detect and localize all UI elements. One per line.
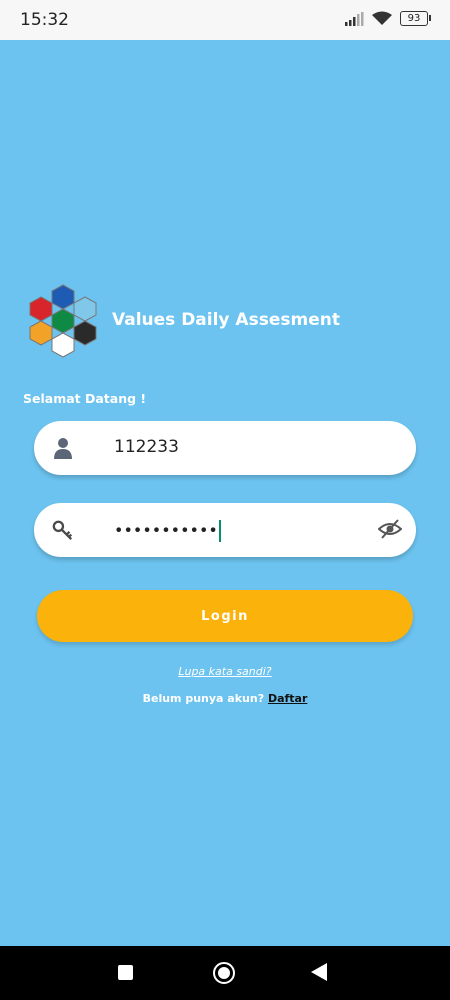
home-icon[interactable] — [213, 962, 235, 984]
key-icon — [52, 520, 73, 540]
signal-icon — [345, 11, 364, 26]
password-value: ••••••••••• — [114, 520, 221, 542]
signup-row: Belum punya akun? Daftar — [0, 692, 450, 705]
signup-link[interactable]: Daftar — [268, 692, 307, 705]
app-logo — [29, 284, 97, 358]
eye-off-icon[interactable] — [378, 518, 402, 540]
wifi-icon — [372, 11, 392, 25]
status-icons: 93 — [344, 11, 431, 26]
status-time: 15:32 — [20, 10, 69, 30]
welcome-text: Selamat Datang ! — [23, 391, 147, 406]
login-button[interactable]: Login — [37, 590, 413, 642]
status-bar: 15:32 93 — [0, 0, 450, 40]
password-field[interactable]: ••••••••••• — [34, 503, 416, 557]
text-caret — [218, 520, 221, 542]
username-field[interactable]: 112233 — [34, 421, 416, 475]
recent-apps-icon[interactable] — [118, 965, 133, 980]
back-icon[interactable] — [311, 963, 327, 981]
system-nav-bar — [0, 946, 450, 1000]
signup-prompt: Belum punya akun? — [142, 692, 265, 705]
username-value: 112233 — [114, 437, 179, 457]
user-icon — [54, 438, 72, 459]
battery-icon: 93 — [400, 11, 431, 26]
forgot-password-link[interactable]: Lupa kata sandi? — [0, 665, 450, 678]
battery-level: 93 — [407, 13, 421, 24]
app-title: Values Daily Assesment — [112, 310, 340, 330]
